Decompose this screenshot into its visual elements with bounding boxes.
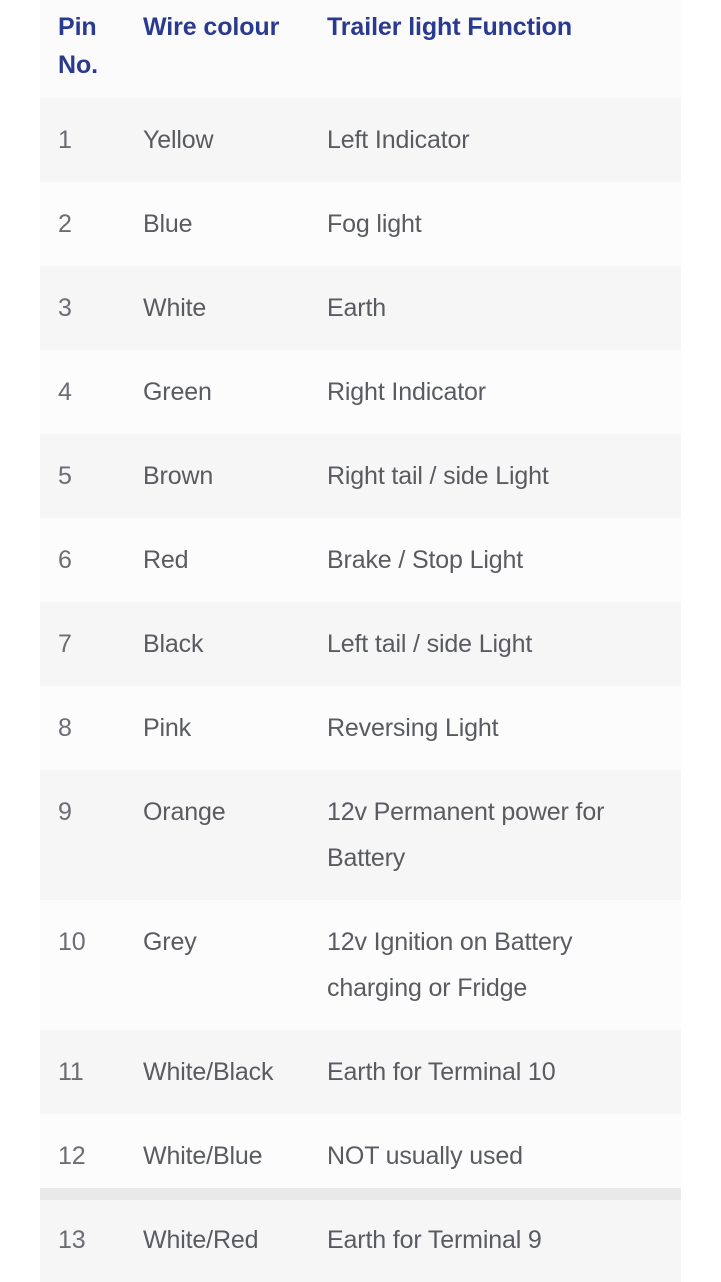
- cell-wire-colour: Black: [143, 630, 204, 658]
- cell-wire-colour: White/Black: [143, 1058, 274, 1086]
- cell-function: 12v Ignition on Battery charging or Frid…: [327, 928, 573, 1002]
- cell-pin-no: 1: [58, 126, 72, 154]
- cell-function: Left tail / side Light: [327, 630, 533, 658]
- table-row: 12 White/Blue NOT usually used: [40, 1114, 681, 1198]
- cell-pin-no: 7: [58, 630, 72, 658]
- cell-wire-colour: Green: [143, 378, 212, 406]
- table-header-row: Pin No. Wire colour Trailer light Functi…: [40, 0, 681, 98]
- cell-pin-no: 13: [58, 1226, 86, 1254]
- table-row: 2 Blue Fog light: [40, 182, 681, 266]
- table-row: 4 Green Right Indicator: [40, 350, 681, 434]
- table-row: 10 Grey 12v Ignition on Battery charging…: [40, 900, 681, 1030]
- trailer-wiring-table: Pin No. Wire colour Trailer light Functi…: [40, 0, 681, 1282]
- cell-pin-no: 10: [58, 928, 86, 956]
- cell-wire-colour: White: [143, 294, 207, 322]
- page-root: Pin No. Wire colour Trailer light Functi…: [0, 0, 721, 1282]
- cell-function: Brake / Stop Light: [327, 546, 524, 574]
- cell-wire-colour: Orange: [143, 798, 226, 826]
- cell-function: Fog light: [327, 210, 422, 238]
- cell-pin-no: 9: [58, 798, 72, 826]
- cell-pin-no: 8: [58, 714, 72, 742]
- cell-pin-no: 11: [58, 1058, 84, 1086]
- table-row: 8 Pink Reversing Light: [40, 686, 681, 770]
- cell-pin-no: 2: [58, 210, 72, 238]
- cell-wire-colour: Red: [143, 546, 189, 574]
- pin-table-container: Pin No. Wire colour Trailer light Functi…: [40, 0, 681, 1282]
- cell-wire-colour: Pink: [143, 714, 192, 742]
- column-header-wire-colour: Wire colour: [143, 13, 280, 41]
- column-header-pin-no: Pin No.: [58, 13, 98, 79]
- cell-wire-colour: Grey: [143, 928, 197, 956]
- cell-pin-no: 5: [58, 462, 72, 490]
- cell-wire-colour: Yellow: [143, 126, 214, 154]
- table-row: 5 Brown Right tail / side Light: [40, 434, 681, 518]
- table-row: 13 White/Red Earth for Terminal 9: [40, 1198, 681, 1282]
- cell-wire-colour: White/Red: [143, 1226, 259, 1254]
- table-row: 6 Red Brake / Stop Light: [40, 518, 681, 602]
- table-row: 7 Black Left tail / side Light: [40, 602, 681, 686]
- next-section-divider: [40, 1188, 681, 1200]
- cell-wire-colour: Blue: [143, 210, 193, 238]
- cell-function: NOT usually used: [327, 1142, 523, 1170]
- cell-wire-colour: Brown: [143, 462, 214, 490]
- cell-pin-no: 4: [58, 378, 72, 406]
- table-row: 1 Yellow Left Indicator: [40, 98, 681, 182]
- table-header: Pin No. Wire colour Trailer light Functi…: [40, 0, 681, 98]
- column-header-trailer-light-function: Trailer light Function: [327, 13, 573, 41]
- cell-pin-no: 3: [58, 294, 72, 322]
- cell-function: Right tail / side Light: [327, 462, 549, 490]
- table-body: 1 Yellow Left Indicator 2 Blue Fog light…: [40, 98, 681, 1282]
- table-row: 3 White Earth: [40, 266, 681, 350]
- cell-function: Earth for Terminal 10: [327, 1058, 556, 1086]
- cell-function: 12v Permanent power for Battery: [327, 798, 605, 872]
- table-row: 9 Orange 12v Permanent power for Battery: [40, 770, 681, 900]
- table-row: 11 White/Black Earth for Terminal 10: [40, 1030, 681, 1114]
- cell-function: Earth for Terminal 9: [327, 1226, 542, 1254]
- cell-function: Left Indicator: [327, 126, 470, 154]
- cell-pin-no: 12: [58, 1142, 86, 1170]
- cell-function: Right Indicator: [327, 378, 486, 406]
- cell-function: Reversing Light: [327, 714, 499, 742]
- cell-wire-colour: White/Blue: [143, 1142, 263, 1170]
- cell-function: Earth: [327, 294, 387, 322]
- cell-pin-no: 6: [58, 546, 72, 574]
